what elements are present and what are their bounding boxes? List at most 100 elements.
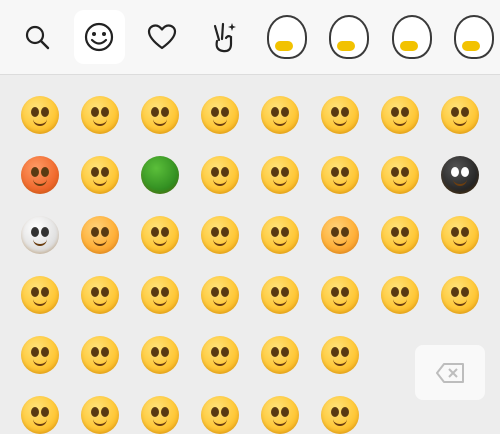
tab-sticker-pack-3[interactable]: [386, 10, 438, 64]
emoji-partial-6-icon[interactable]: [321, 396, 359, 434]
emoji-eye: [401, 167, 409, 177]
emoji-eye: [271, 287, 279, 297]
tab-sticker-pack-1[interactable]: [261, 10, 313, 64]
emoji-turtle-icon[interactable]: [141, 156, 179, 194]
emoji-mouth: [333, 178, 347, 186]
emoji-skull-icon[interactable]: [21, 216, 59, 254]
emoji-dizzy-icon[interactable]: [381, 156, 419, 194]
sticker-duck-1-icon: [267, 15, 307, 59]
emoji-blank-stare-icon[interactable]: [21, 336, 59, 374]
emoji-teeth-icon[interactable]: [201, 276, 239, 314]
emoji-whistle-icon[interactable]: [261, 216, 299, 254]
emoji-unamused-icon[interactable]: [441, 96, 479, 134]
emoji-mouth: [453, 238, 467, 246]
emoji-mouth: [213, 238, 227, 246]
emoji-eye: [91, 407, 99, 417]
emoji-eye: [211, 107, 219, 117]
emoji-mouth: [93, 298, 107, 306]
emoji-big-smile-icon[interactable]: [381, 276, 419, 314]
emoji-mouth: [213, 358, 227, 366]
emoji-laugh-tears-icon[interactable]: [201, 156, 239, 194]
emoji-scream-icon[interactable]: [141, 336, 179, 374]
emoji-eye: [271, 167, 279, 177]
emoji-partial-5-icon[interactable]: [261, 396, 299, 434]
emoji-eye: [161, 407, 169, 417]
emoji-surprised-icon[interactable]: [321, 96, 359, 134]
emoji-shush-icon[interactable]: [321, 156, 359, 194]
emoji-black-scared-icon[interactable]: [441, 156, 479, 194]
emoji-sick-sweat-icon[interactable]: [141, 96, 179, 134]
emoji-eye: [41, 287, 49, 297]
emoji-eye: [221, 407, 229, 417]
emoji-mouth: [453, 298, 467, 306]
tab-sticker-pack-4[interactable]: [449, 10, 500, 64]
emoji-eye: [31, 407, 39, 417]
emoji-grin-icon[interactable]: [81, 156, 119, 194]
emoji-mouth: [453, 178, 467, 186]
emoji-eye: [91, 287, 99, 297]
emoji-angry-red-icon[interactable]: [21, 156, 59, 194]
emoji-eye: [401, 287, 409, 297]
emoji-smug-sweat-icon[interactable]: [201, 216, 239, 254]
tab-sticker-pack-2[interactable]: [324, 10, 376, 64]
smiley-icon: [83, 21, 115, 53]
emoji-eye: [41, 407, 49, 417]
emoji-crying-loud-icon[interactable]: [81, 96, 119, 134]
emoji-mouth: [153, 358, 167, 366]
emoji-mouth: [33, 358, 47, 366]
emoji-relieved-frown-icon[interactable]: [261, 336, 299, 374]
emoji-eye: [31, 107, 39, 117]
tab-gestures[interactable]: [199, 10, 251, 64]
emoji-mouth: [153, 238, 167, 246]
emoji-sad-cover-icon[interactable]: [81, 276, 119, 314]
emoji-eye: [101, 287, 109, 297]
emoji-pray-icon[interactable]: [321, 216, 359, 254]
emoji-eye: [341, 167, 349, 177]
emoji-mouth: [393, 118, 407, 126]
emoji-eye: [31, 287, 39, 297]
emoji-mouth: [333, 298, 347, 306]
emoji-black-eye-icon[interactable]: [81, 216, 119, 254]
emoji-mouth: [273, 178, 287, 186]
emoji-peek-icon[interactable]: [141, 216, 179, 254]
emoji-partial-1-icon[interactable]: [21, 396, 59, 434]
tab-emoji[interactable]: [74, 10, 126, 64]
emoji-hmm-icon[interactable]: [381, 96, 419, 134]
emoji-mask-icon[interactable]: [441, 276, 479, 314]
backspace-button[interactable]: [415, 345, 485, 400]
emoji-eye: [221, 167, 229, 177]
emoji-mouth: [93, 238, 107, 246]
emoji-eye: [91, 347, 99, 357]
tab-search[interactable]: [11, 10, 63, 64]
emoji-mouth: [273, 298, 287, 306]
emoji-partial-2-icon[interactable]: [81, 396, 119, 434]
emoji-partial-3-icon[interactable]: [141, 396, 179, 434]
emoji-ok-hand-icon[interactable]: [321, 336, 359, 374]
emoji-pleading-icon[interactable]: [321, 276, 359, 314]
emoji-rolling-eyes-icon[interactable]: [21, 96, 59, 134]
emoji-eye: [91, 227, 99, 237]
emoji-eye: [211, 407, 219, 417]
emoji-laugh-cry-icon[interactable]: [81, 336, 119, 374]
emoji-eye: [391, 167, 399, 177]
emoji-mouth: [33, 118, 47, 126]
emoji-eye: [101, 107, 109, 117]
emoji-fists-icon[interactable]: [21, 276, 59, 314]
emoji-eye: [391, 227, 399, 237]
sticker-duck-3-icon: [392, 15, 432, 59]
emoji-wink-sly-icon[interactable]: [441, 216, 479, 254]
emoji-mouth: [333, 358, 347, 366]
emoji-eye: [91, 107, 99, 117]
emoji-frown-icon[interactable]: [141, 276, 179, 314]
emoji-grimace-icon[interactable]: [381, 216, 419, 254]
emoji-confused-question-icon[interactable]: [261, 156, 299, 194]
emoji-partial-4-icon[interactable]: [201, 396, 239, 434]
emoji-pensive-icon[interactable]: [201, 336, 239, 374]
emoji-eye: [391, 107, 399, 117]
emoji-covering-mouth-icon[interactable]: [201, 96, 239, 134]
emoji-eye: [101, 347, 109, 357]
emoji-eye: [41, 107, 49, 117]
emoji-kiss-icon[interactable]: [261, 276, 299, 314]
tab-favorites[interactable]: [136, 10, 188, 64]
emoji-smile-icon[interactable]: [261, 96, 299, 134]
